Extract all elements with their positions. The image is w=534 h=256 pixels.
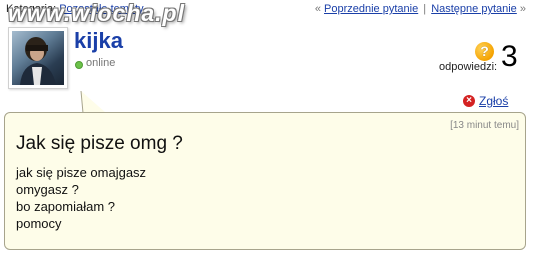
question-navigation: « Poprzednie pytanie | Następne pytanie … xyxy=(315,3,526,15)
report-control: × Zgłoś xyxy=(463,94,508,108)
prev-arrows: « xyxy=(314,3,321,15)
avatar[interactable] xyxy=(8,27,68,89)
online-status-icon xyxy=(75,61,83,69)
prev-question-link[interactable]: Poprzednie pytanie xyxy=(324,3,418,15)
nav-separator: | xyxy=(423,3,427,15)
question-body-line: bo zapomiałam ? xyxy=(16,199,115,214)
question-body: jak się pisze omajgasz omygasz ? bo zapo… xyxy=(16,164,146,232)
answers-count: 3 xyxy=(501,40,518,73)
question-body-line: omygasz ? xyxy=(16,182,79,197)
question-body-line: jak się pisze omajgasz xyxy=(16,165,147,180)
next-arrows: » xyxy=(519,3,526,15)
answers-label: odpowiedzi: xyxy=(439,61,498,73)
question-mark-icon: ? xyxy=(475,42,494,61)
question-title: Jak się pisze omg ? xyxy=(16,133,183,154)
report-link[interactable]: Zgłoś xyxy=(479,94,508,108)
question-bubble: [13 minut temu] Jak się pisze omg ? jak … xyxy=(4,112,526,250)
next-question-link[interactable]: Następne pytanie xyxy=(431,3,517,15)
report-icon[interactable]: × xyxy=(463,95,475,107)
online-status: online xyxy=(86,57,116,69)
question-timestamp: [13 minut temu] xyxy=(450,120,519,131)
question-body-line: pomocy xyxy=(16,216,62,231)
username[interactable]: kijka xyxy=(74,28,123,54)
user-photo-icon xyxy=(12,31,64,85)
watermark: www.wiocha.pl xyxy=(8,0,185,26)
